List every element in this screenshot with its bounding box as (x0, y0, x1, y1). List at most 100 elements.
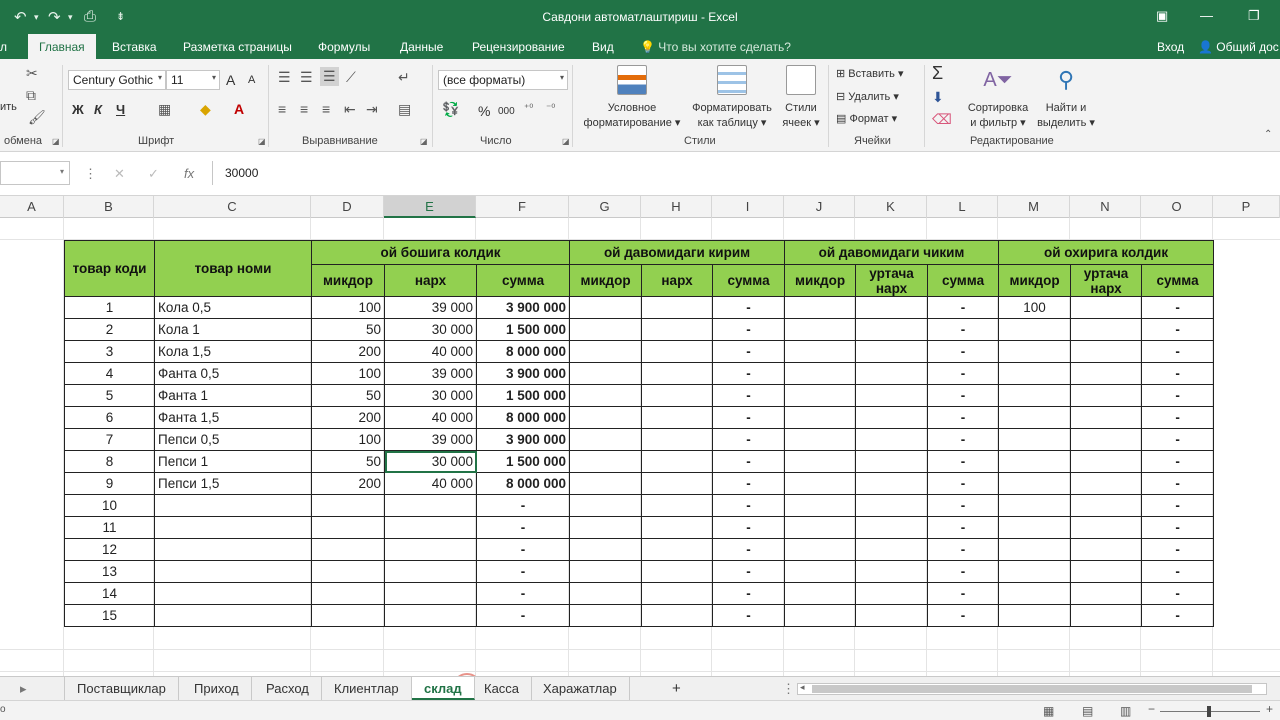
cell-product-code[interactable]: 2 (64, 318, 155, 341)
tab-home[interactable]: Главная (28, 34, 96, 59)
subheader-cell[interactable]: микдор (311, 264, 385, 297)
column-header-i[interactable]: I (712, 196, 784, 218)
cell-closing-sum[interactable]: - (1141, 428, 1215, 451)
tab-insert[interactable]: Вставка (112, 40, 157, 54)
cell-incoming-price[interactable] (641, 516, 714, 539)
cell-outgoing-qty[interactable] (784, 560, 857, 583)
cell-opening-price[interactable]: 30 000 (384, 318, 477, 341)
column-header-j[interactable]: J (784, 196, 855, 218)
find-select-button[interactable]: ⚲ Найти и выделить ▾ (1034, 65, 1098, 131)
zoom-in-icon[interactable]: + (1266, 702, 1273, 716)
cell-opening-qty[interactable] (311, 560, 385, 583)
scroll-left-icon[interactable]: ◂ (800, 682, 805, 693)
cell-product-name[interactable]: Кола 1,5 (154, 340, 312, 363)
subheader-cell[interactable]: сумма (475, 264, 571, 297)
delete-cells-button[interactable]: ⊟ Удалить ▾ (836, 90, 899, 103)
cell-closing-qty[interactable] (998, 494, 1072, 517)
cell-incoming-price[interactable] (641, 296, 714, 319)
tab-review[interactable]: Рецензирование (472, 40, 565, 54)
decrease-decimal-icon[interactable]: ⁻⁰ (546, 103, 555, 114)
cell-outgoing-avg-price[interactable] (855, 296, 929, 319)
cell-outgoing-sum[interactable]: - (927, 538, 1000, 561)
formula-input[interactable]: 30000 (212, 161, 1280, 185)
cell-incoming-qty[interactable] (569, 604, 643, 627)
column-header-b[interactable]: B (64, 196, 154, 218)
formula-bar-options-icon[interactable]: ⋮ (84, 166, 97, 182)
sheet-tab-clients[interactable]: Клиентлар (322, 677, 412, 700)
collapse-ribbon-icon[interactable]: ⌃ (1264, 129, 1272, 140)
format-painter-icon[interactable]: 🖌 (28, 109, 46, 126)
cell-incoming-price[interactable] (641, 362, 714, 385)
cell-opening-sum[interactable]: 1 500 000 (475, 318, 571, 341)
cell-incoming-price[interactable] (641, 560, 714, 583)
align-top-icon[interactable]: ☰ (278, 69, 291, 86)
cell-opening-qty[interactable]: 200 (311, 340, 385, 363)
cell-outgoing-sum[interactable]: - (927, 296, 1000, 319)
format-as-table-button[interactable]: Форматировать как таблицу ▾ (686, 65, 778, 131)
enter-icon[interactable]: ✓ (148, 166, 159, 182)
cell-opening-sum[interactable]: 8 000 000 (475, 406, 571, 429)
scrollbar-thumb[interactable] (812, 685, 1252, 693)
cell-opening-qty[interactable]: 100 (311, 362, 385, 385)
cell-closing-qty[interactable] (998, 428, 1072, 451)
cell-outgoing-sum[interactable]: - (927, 450, 1000, 473)
cell-product-name[interactable]: Фанта 1,5 (154, 406, 312, 429)
cell-incoming-qty[interactable] (569, 494, 643, 517)
sign-in-link[interactable]: Вход (1157, 40, 1184, 54)
cancel-icon[interactable]: ✕ (114, 166, 125, 182)
sheet-tab-income[interactable]: Приход (182, 677, 252, 700)
cell-opening-sum[interactable]: 3 900 000 (475, 428, 571, 451)
cell-outgoing-qty[interactable] (784, 604, 857, 627)
number-format-combo[interactable]: (все форматы) ▾ (438, 70, 568, 90)
cell-closing-sum[interactable]: - (1141, 296, 1215, 319)
cell-opening-price[interactable]: 30 000 (384, 384, 477, 407)
sheet-tab-costs[interactable]: Харажатлар (531, 677, 630, 700)
grow-font-button[interactable]: A (226, 72, 235, 88)
conditional-formatting-button[interactable]: Условное форматирование ▾ (578, 65, 686, 131)
subheader-cell[interactable]: сумма (1141, 264, 1215, 297)
cell-outgoing-avg-price[interactable] (855, 472, 929, 495)
cell-opening-sum[interactable]: 3 900 000 (475, 362, 571, 385)
cell-incoming-sum[interactable]: - (712, 362, 786, 385)
cell-outgoing-qty[interactable] (784, 450, 857, 473)
cell-incoming-sum[interactable]: - (712, 516, 786, 539)
decrease-indent-icon[interactable]: ⇤ (344, 101, 356, 118)
cell-closing-avg-price[interactable] (1070, 516, 1143, 539)
cell-incoming-price[interactable] (641, 450, 714, 473)
cell-opening-sum[interactable]: - (475, 582, 571, 605)
autosum-icon[interactable]: Σ (932, 63, 943, 84)
cell-incoming-price[interactable] (641, 406, 714, 429)
column-header-h[interactable]: H (641, 196, 712, 218)
cell-incoming-sum[interactable]: - (712, 582, 786, 605)
cell-opening-qty[interactable] (311, 538, 385, 561)
minimize-icon[interactable]: — (1200, 8, 1213, 23)
cell-product-name[interactable] (154, 538, 312, 561)
cell-incoming-price[interactable] (641, 340, 714, 363)
cell-opening-qty[interactable]: 50 (311, 384, 385, 407)
cell-outgoing-sum[interactable]: - (927, 340, 1000, 363)
paste-button[interactable]: ить (0, 101, 17, 113)
cell-incoming-sum[interactable]: - (712, 340, 786, 363)
align-middle-icon[interactable]: ☰ (300, 69, 313, 86)
cell-product-code[interactable]: 12 (64, 538, 155, 561)
cell-incoming-sum[interactable]: - (712, 296, 786, 319)
subheader-cell[interactable]: микдор (784, 264, 857, 297)
font-launcher-icon[interactable]: ◪ (258, 137, 266, 146)
tab-page-layout[interactable]: Разметка страницы (183, 40, 292, 54)
subheader-cell[interactable]: нарх (641, 264, 714, 297)
header-opening-balance[interactable]: ой бошига колдик (310, 240, 571, 265)
header-outgoing[interactable]: ой давомидаги чиким (784, 240, 1000, 265)
cell-opening-sum[interactable]: - (475, 516, 571, 539)
cell-product-name[interactable]: Кола 1 (154, 318, 312, 341)
fill-color-icon[interactable]: ◆ (200, 101, 211, 118)
cell-outgoing-sum[interactable]: - (927, 428, 1000, 451)
header-product-code[interactable]: товар коди (64, 240, 155, 297)
cell-product-name[interactable] (154, 516, 312, 539)
cell-opening-sum[interactable]: 1 500 000 (475, 384, 571, 407)
shrink-font-button[interactable]: A (248, 74, 255, 86)
cell-product-code[interactable]: 8 (64, 450, 155, 473)
orientation-icon[interactable]: ⟋ (346, 69, 356, 86)
cell-opening-price[interactable]: 39 000 (384, 362, 477, 385)
cell-closing-qty[interactable]: 100 (998, 296, 1072, 319)
cell-outgoing-avg-price[interactable] (855, 340, 929, 363)
